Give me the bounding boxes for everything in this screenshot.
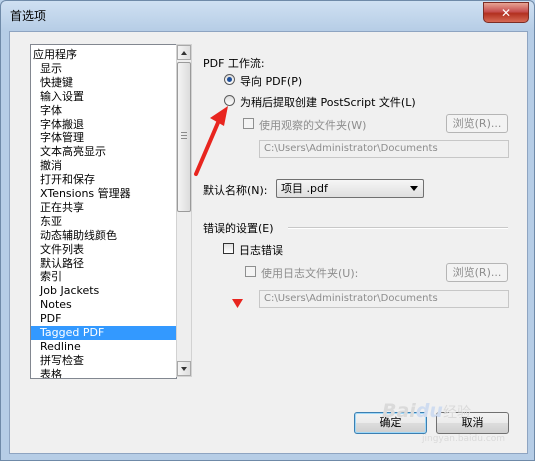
- checkbox-log-errors[interactable]: [223, 243, 234, 254]
- scroll-thumb[interactable]: [177, 62, 191, 212]
- sidebar-item[interactable]: 东亚: [31, 215, 176, 229]
- chevron-down-icon: [410, 186, 418, 191]
- pdf-workflow-heading: PDF 工作流:: [203, 57, 265, 70]
- checkbox-log-folder[interactable]: [245, 266, 256, 277]
- sidebar-item[interactable]: 默认路径: [31, 257, 176, 271]
- sidebar-item[interactable]: 正在共享: [31, 201, 176, 215]
- sidebar-item[interactable]: XTensions 管理器: [31, 187, 176, 201]
- section-divider: [288, 227, 508, 229]
- checkbox-log-folder-label[interactable]: 使用日志文件夹(U):: [261, 265, 358, 281]
- radio-selected-dot: [227, 77, 232, 82]
- title-bar: 首选项 ✕: [1, 1, 534, 29]
- annotation-triangle-icon: [232, 299, 243, 308]
- sidebar-item[interactable]: 应用程序: [33, 48, 176, 62]
- sidebar-item[interactable]: Notes: [31, 298, 176, 312]
- sidebar-item[interactable]: 文本高亮显示: [31, 145, 176, 159]
- scroll-down-button[interactable]: [177, 361, 191, 376]
- sidebar-item[interactable]: 动态辅助线颜色: [31, 229, 176, 243]
- sidebar-item[interactable]: Tagged PDF: [31, 326, 176, 340]
- preferences-dialog: 首选项 ✕ 应用程序 显示 快捷键 输入设置 字体 字体搬退 字体管理 文本高亮显示 撤消 打开和…: [0, 0, 535, 461]
- log-folder-path-field: C:\Users\Administrator\Documents: [259, 290, 509, 308]
- sidebar-item[interactable]: PDF: [31, 312, 176, 326]
- sidebar-item[interactable]: 索引: [31, 270, 176, 284]
- close-icon: ✕: [500, 5, 512, 20]
- sidebar-item[interactable]: 撤消: [31, 159, 176, 173]
- sidebar-item[interactable]: 快捷键: [31, 76, 176, 90]
- radio-postscript-label[interactable]: 为稍后提取创建 PostScript 文件(L): [240, 94, 416, 110]
- watermark-url: jingyan.baidu.com: [422, 434, 506, 444]
- grip-icon: [181, 132, 187, 133]
- checkbox-watch-folder-label[interactable]: 使用观察的文件夹(W): [259, 117, 366, 133]
- annotation-arrow-icon: [194, 106, 228, 176]
- window-title: 首选项: [10, 9, 47, 23]
- radio-direct-pdf[interactable]: [224, 74, 235, 85]
- category-list[interactable]: 应用程序 显示 快捷键 输入设置 字体 字体搬退 字体管理 文本高亮显示 撤消 打开和保存 XTen…: [30, 44, 177, 379]
- default-name-value: 项目 .pdf: [281, 182, 328, 195]
- default-name-select[interactable]: 项目 .pdf: [276, 179, 424, 198]
- close-button[interactable]: ✕: [483, 2, 529, 23]
- sidebar-item[interactable]: Redline: [31, 340, 176, 354]
- sidebar-item[interactable]: 拼写检查: [31, 354, 176, 368]
- sidebar-item[interactable]: Job Jackets: [31, 284, 176, 298]
- sidebar-item[interactable]: 字体搬退: [31, 118, 176, 132]
- watch-folder-path-field: C:\Users\Administrator\Documents: [259, 140, 509, 158]
- sidebar-item[interactable]: 打开和保存: [31, 173, 176, 187]
- dialog-client-area: 应用程序 显示 快捷键 输入设置 字体 字体搬退 字体管理 文本高亮显示 撤消 打开和保存 XTen…: [9, 31, 528, 454]
- sidebar-item[interactable]: 字体管理: [31, 131, 176, 145]
- browse-watch-folder-button[interactable]: 浏览(R)...: [446, 114, 508, 133]
- category-list-scrollbar[interactable]: [176, 44, 192, 377]
- error-settings-heading: 错误的设置(E): [203, 222, 274, 235]
- browse-log-folder-button[interactable]: 浏览(R)...: [446, 263, 508, 282]
- sidebar-item[interactable]: 字体: [31, 104, 176, 118]
- default-name-label: 默认名称(N):: [203, 184, 268, 197]
- sidebar-item[interactable]: 显示: [31, 62, 176, 76]
- checkbox-log-errors-label[interactable]: 日志错误: [239, 242, 283, 258]
- arrow-up-icon: [181, 51, 187, 55]
- sidebar-item[interactable]: 输入设置: [31, 90, 176, 104]
- sidebar-item[interactable]: 文件列表: [31, 243, 176, 257]
- scroll-up-button[interactable]: [177, 45, 191, 60]
- checkbox-watch-folder[interactable]: [243, 118, 254, 129]
- arrow-down-icon: [181, 367, 187, 371]
- sidebar-item[interactable]: 表格: [31, 368, 176, 378]
- watermark-logo: Baidu经验: [382, 400, 471, 422]
- radio-direct-pdf-label[interactable]: 导向 PDF(P): [240, 73, 302, 89]
